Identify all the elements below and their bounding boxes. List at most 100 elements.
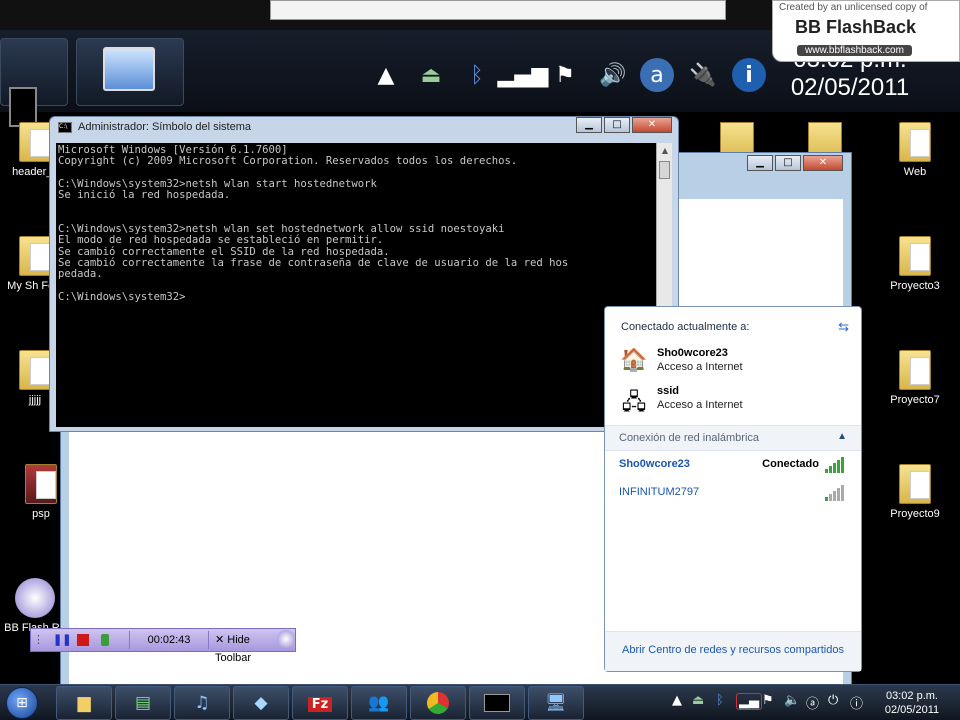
cmd-titlebar[interactable]: C:\ Administrador: Símbolo del sistema ▁… (50, 117, 678, 139)
show-hidden-icons-icon[interactable]: ▲ (672, 693, 682, 708)
usb-device-icon[interactable]: ⏏ (692, 693, 704, 708)
info-icon[interactable]: i (732, 58, 766, 92)
hide-toolbar-label: Hide Toolbar (215, 634, 252, 664)
close-button[interactable]: ✕ (803, 155, 843, 171)
zoomed-date: 02/05/2011 (790, 74, 910, 101)
system-clock[interactable]: 03:02 p.m. 02/05/2011 (870, 689, 954, 717)
connection-item[interactable]: 🏠 Sho0wcore23 Acceso a Internet (619, 345, 849, 379)
folder-icon (25, 464, 57, 504)
bluetooth-icon[interactable]: ᛒ (716, 693, 724, 708)
cmd-taskbar-button[interactable] (469, 686, 525, 720)
console-line: El modo de red hospedada se estableció e… (58, 234, 384, 247)
minimize-button[interactable]: ▁ (747, 155, 773, 171)
minimize-button[interactable]: ▁ (576, 117, 602, 133)
folder-icon (19, 122, 51, 162)
monitor-taskbar-button[interactable]: ▤ (115, 686, 171, 720)
stop-icon[interactable] (77, 634, 89, 646)
usb-device-icon[interactable]: ⏏ (416, 58, 446, 92)
maximize-button[interactable]: □ (775, 155, 801, 171)
desktop-icon-label: psp (32, 508, 50, 520)
wifi-status: Conectado (762, 458, 819, 470)
cmd-thumbnail-icon (9, 87, 37, 127)
volume-icon[interactable]: 🔈 (784, 693, 800, 708)
desktop-icon-proyecto7[interactable]: Proyecto7 (880, 350, 950, 406)
console-line: Se inició la red hospedada. (58, 189, 231, 202)
flashback-logo-icon[interactable] (277, 630, 295, 648)
filezilla-taskbar-button[interactable]: Fz (292, 686, 348, 720)
cmd-taskbar-button-zoomed[interactable] (0, 38, 68, 127)
collapse-chevron-icon[interactable]: ▲ (837, 431, 847, 442)
action-center-flag-icon[interactable]: ⚑ (762, 693, 774, 708)
connection-status: Acceso a Internet (657, 399, 743, 411)
address-field-fragment[interactable] (270, 0, 726, 20)
folder-icon (899, 464, 931, 504)
command-prompt-window[interactable]: C:\ Administrador: Símbolo del sistema ▁… (49, 116, 679, 432)
refresh-icon[interactable]: ⇆ (838, 319, 849, 335)
resource-monitor-icon: ▤ (134, 693, 152, 713)
flashback-recorder-icon (15, 578, 55, 618)
itunes-icon: ♫ (194, 693, 210, 713)
app-icon: ◆ (254, 693, 268, 713)
connection-status: Acceso a Internet (657, 361, 743, 373)
console-line: C:\Windows\system32> (58, 290, 186, 303)
taskbar: ⊞ ▆ ▤ ♫ ◆ Fz 👥 🖥 ▲ ⏏ ᛒ ▂▄ ⚑ 🔈 ⓐ ⏻ ⓘ 03:0… (0, 684, 960, 720)
language-a-icon[interactable]: a (640, 58, 674, 92)
desktop-icon-label: Proyecto7 (890, 394, 940, 406)
desktop-icon-label: jjjjj (28, 394, 42, 406)
start-button[interactable]: ⊞ (6, 687, 38, 719)
hide-toolbar-button[interactable]: ✕ Hide Toolbar (215, 631, 281, 664)
bluetooth-icon[interactable]: ᛒ (462, 58, 492, 92)
wireless-section-header[interactable]: Conexión de red inalámbrica ▲ (605, 425, 861, 451)
wireless-signal-icon[interactable]: ▂▄▆ (498, 58, 549, 92)
desktop-icon-web[interactable]: Web (880, 122, 950, 178)
window-controls: ▁ □ ✕ (747, 155, 843, 171)
wifi-network-item[interactable]: Sho0wcore23 Conectado (619, 455, 849, 475)
folder-icon (899, 122, 931, 162)
filezilla-icon: Fz (307, 697, 333, 712)
language-a-icon[interactable]: ⓐ (806, 693, 819, 712)
network-flyout: Conectado actualmente a: ⇆ 🏠 Sho0wcore23… (604, 306, 862, 672)
wireless-signal-icon[interactable]: ▂▄ (736, 693, 762, 710)
scroll-up-arrow-icon[interactable]: ▲ (657, 143, 673, 159)
marker-icon[interactable] (101, 634, 109, 646)
toolbar-grip-icon[interactable]: ⋮ (33, 631, 44, 649)
network-taskbar-button[interactable]: 🖥 (528, 686, 584, 720)
open-network-center-link[interactable]: Abrir Centro de redes y recursos compart… (605, 644, 861, 656)
chrome-taskbar-button[interactable] (410, 686, 466, 720)
power-plug-icon[interactable]: ⏻ (828, 693, 838, 708)
flashback-toolbar: ⋮ ❚❚ 00:02:43 ✕ Hide Toolbar (30, 628, 296, 664)
messenger-taskbar-button[interactable]: 👥 (351, 686, 407, 720)
power-plug-icon[interactable]: 🔌 (688, 58, 718, 92)
wifi-network-item[interactable]: INFINITUM2797 (619, 483, 849, 503)
itunes-taskbar-button[interactable]: ♫ (174, 686, 230, 720)
chrome-icon (427, 692, 449, 714)
scroll-thumb[interactable] (659, 161, 670, 179)
cmd-app-icon: C:\ (58, 122, 72, 133)
folder-icon (19, 350, 51, 390)
show-hidden-icons-icon[interactable]: ▲ (376, 58, 396, 92)
sketch-taskbar-button[interactable]: ◆ (233, 686, 289, 720)
maximize-button[interactable]: □ (604, 117, 630, 133)
clock-time: 03:02 p.m. (886, 690, 938, 702)
explorer-taskbar-button[interactable]: ▆ (56, 686, 112, 720)
info-icon[interactable]: ⓘ (850, 693, 863, 712)
cmd-console-output[interactable]: Microsoft Windows [Versión 6.1.7600] Copy… (56, 143, 658, 427)
volume-icon[interactable]: 🔊 (598, 58, 628, 92)
desktop-icon-proyecto3[interactable]: Proyecto3 (880, 236, 950, 292)
pause-icon[interactable]: ❚❚ (53, 631, 71, 649)
desktop-icon-proyecto9[interactable]: Proyecto9 (880, 464, 950, 520)
signal-strength-icon (825, 455, 847, 473)
network-computer-icon: 🖧 (621, 389, 647, 414)
connection-name: ssid (657, 385, 680, 397)
console-line: Copyright (c) 2009 Microsoft Corporation… (58, 155, 518, 168)
section-title: Conexión de red inalámbrica (619, 432, 760, 444)
folder-icon (19, 236, 51, 276)
folder-icon (899, 236, 931, 276)
close-button[interactable]: ✕ (632, 117, 672, 133)
flashback-watermark: Created by an unlicensed copy of BB Flas… (772, 0, 960, 62)
network-taskbar-button-zoomed[interactable] (76, 38, 184, 106)
connection-item[interactable]: 🖧 ssid Acceso a Internet (619, 383, 849, 417)
monitor-icon (103, 47, 155, 91)
action-center-flag-icon[interactable]: ⚑ (548, 58, 582, 92)
